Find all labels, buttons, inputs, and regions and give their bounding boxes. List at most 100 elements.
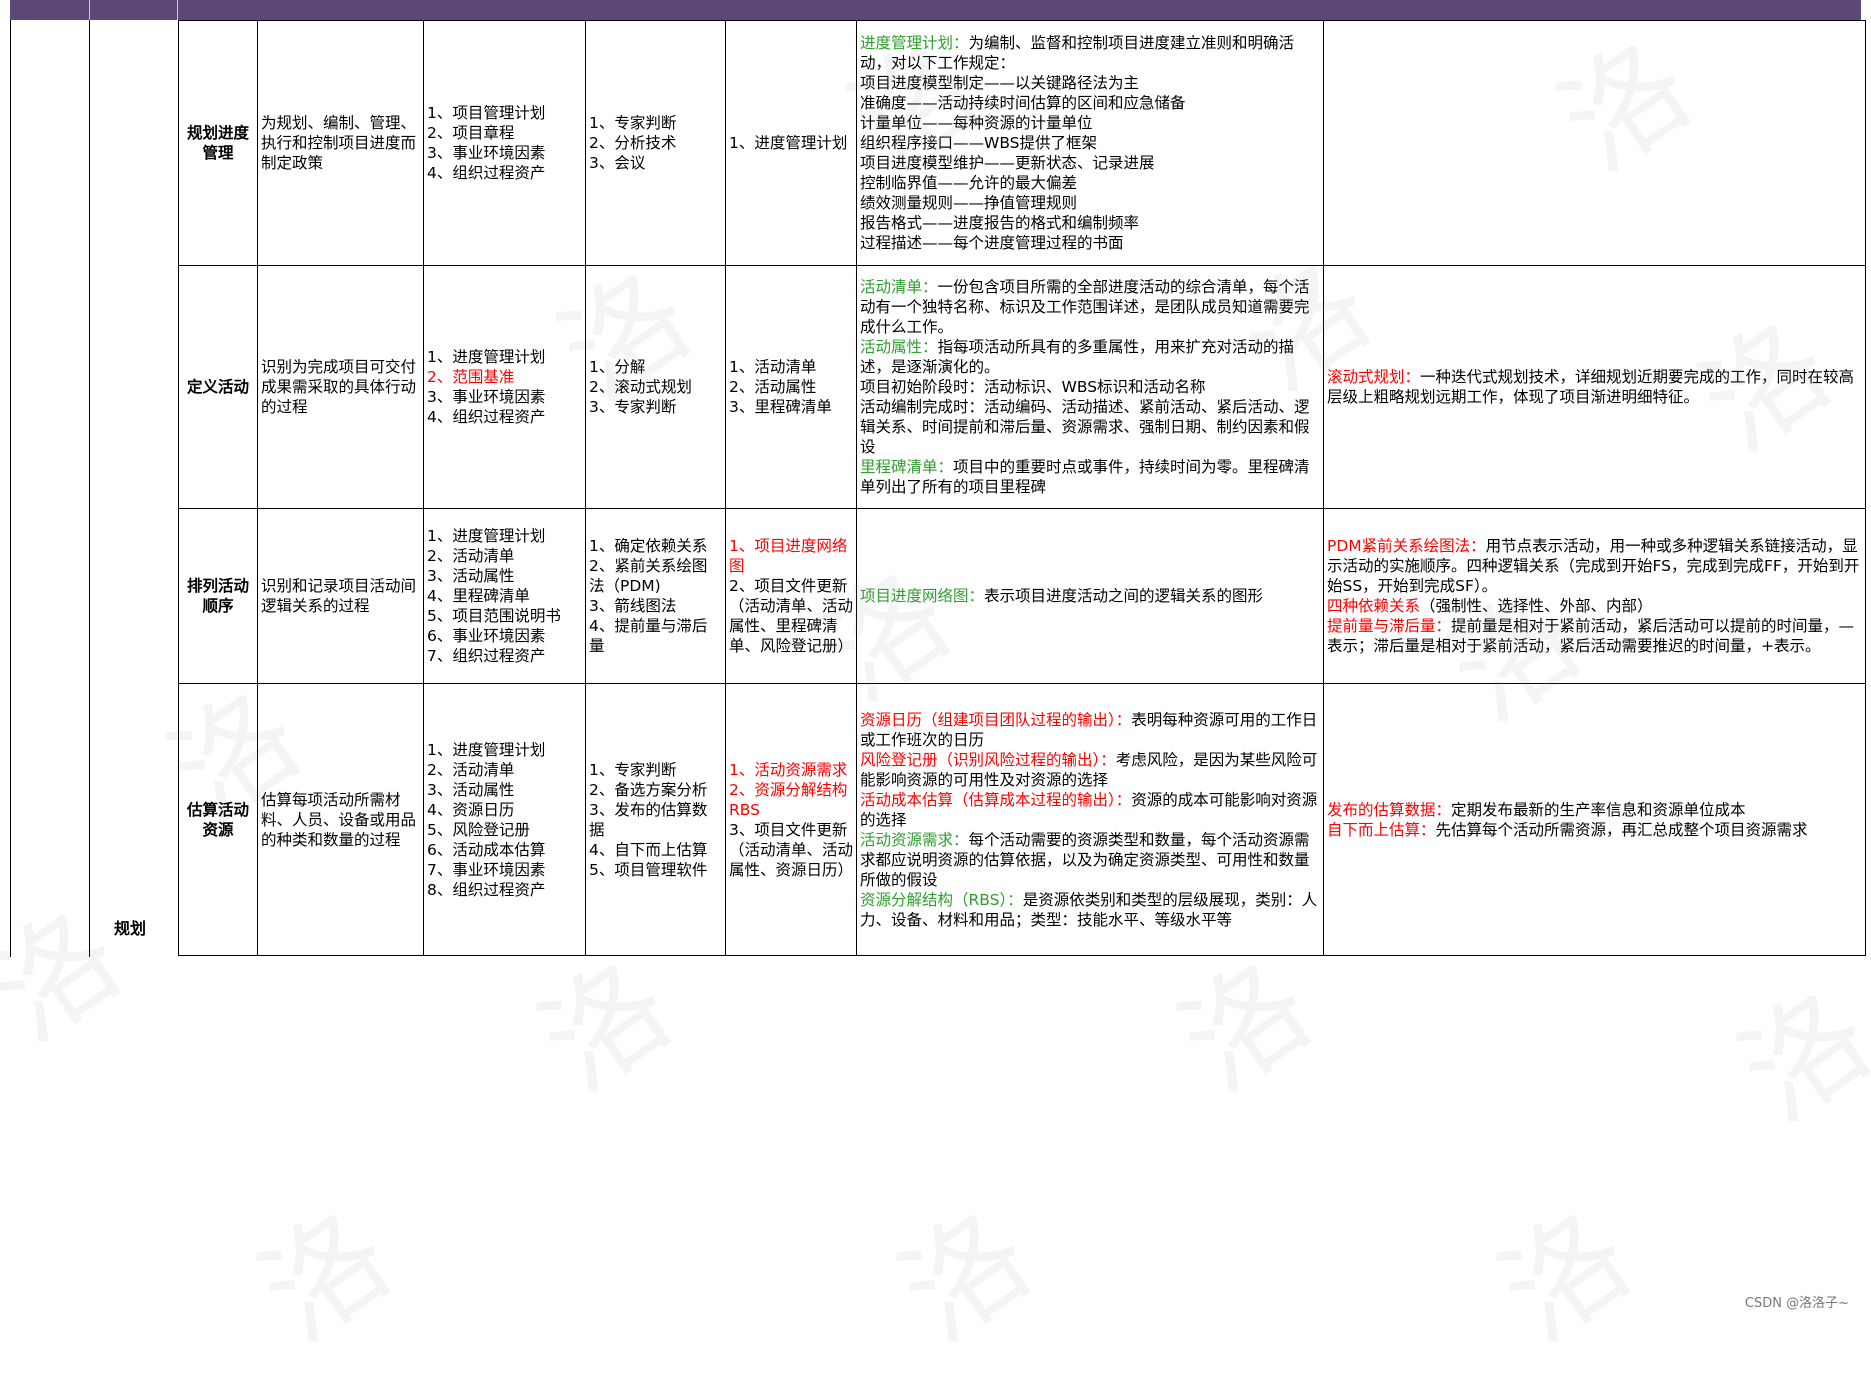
inputs-cell-item: 2、范围基准 <box>427 368 515 386</box>
notes-cell: 活动清单：一份包含项目所需的全部进度活动的综合清单，每个活动有一个独特名称、标识… <box>856 265 1324 509</box>
table-row: 排列活动顺序 识别和记录项目活动间逻辑关系的过程 1、进度管理计划 2、活动清单 3、活… <box>178 508 1866 684</box>
tools-cell-item: 2、分析技术 <box>589 134 677 152</box>
process-name-cell: 规划进度管理 <box>178 20 258 266</box>
notes-cell-entry: 计量单位——每种资源的计量单位 <box>860 113 1320 133</box>
extra-notes-cell: 发布的估算数据：定期发布最新的生产率信息和资源单位成本 自下而上估算：先估算每个活… <box>1323 683 1866 956</box>
inputs-cell-item: 1、进度管理计划 <box>427 527 546 545</box>
inputs-cell-item: 2、项目章程 <box>427 124 515 142</box>
extra-notes-cell <box>1323 20 1866 266</box>
tools-cell-item: 1、分解 <box>589 358 646 376</box>
process-name-cell: 估算活动资源 <box>178 683 258 956</box>
watermark-glyph: 洛 <box>237 1185 416 1368</box>
outputs-cell-item: 2、项目文件更新（活动清单、活动属性、里程碑清单、风险登记册） <box>729 577 854 655</box>
inputs-cell-item: 1、进度管理计划 <box>427 348 546 366</box>
term-body: 表示项目进度活动之间的逻辑关系的图形 <box>984 587 1264 605</box>
term-body: 定期发布最新的生产率信息和资源单位成本 <box>1451 800 1746 819</box>
term-heading: 项目进度网络图： <box>860 587 985 605</box>
purpose-cell: 为规划、编制、管理、执行和控制项目进度而制定政策 <box>257 20 424 266</box>
tools-cell: 1、专家判断 2、备选方案分析 3、发布的估算数据 4、自下而上估算 5、项目管理软件 <box>585 683 726 956</box>
outputs-cell-item: 1、活动资源需求 <box>729 760 848 779</box>
extra-notes-cell-entry: 滚动式规划：一种迭代式规划技术，详细规划近期要完成的工作，同时在较高层级上粗略规… <box>1327 367 1862 407</box>
outputs-cell: 1、活动清单 2、活动属性 3、里程碑清单 <box>725 265 857 509</box>
notes-cell: 项目进度网络图：表示项目进度活动之间的逻辑关系的图形 <box>856 508 1324 684</box>
notes-cell-entry: 活动资源需求：每个活动需要的资源类型和数量，每个活动资源需求都应说明资源的估算依… <box>860 830 1320 890</box>
inputs-cell-item: 8、组织过程资产 <box>427 880 546 899</box>
extra-notes-cell-entry: PDM紧前关系绘图法：用节点表示活动，用一种或多种逻辑关系链接活动，显示活动的实… <box>1327 536 1862 596</box>
tools-cell-item: 4、提前量与滞后量 <box>589 617 708 655</box>
term-heading: 活动成本估算（估算成本过程的输出）： <box>860 790 1132 809</box>
term-heading: 自下而上估算： <box>1327 820 1436 839</box>
inputs-cell-item: 3、事业环境因素 <box>427 388 546 406</box>
term-heading: 四种依赖关系 <box>1327 597 1421 615</box>
tools-cell-item: 2、紧前关系绘图法（PDM) <box>589 557 708 595</box>
term-body: 控制临界值——允许的最大偏差 <box>860 174 1078 192</box>
tools-cell: 1、分解 2、滚动式规划 3、专家判断 <box>585 265 726 509</box>
outputs-cell-item: 1、项目进度网络图 <box>729 537 848 575</box>
inputs-cell-item: 7、事业环境因素 <box>427 860 546 879</box>
process-name-cell: 定义活动 <box>178 265 258 509</box>
tools-cell-item: 3、箭线图法 <box>589 597 677 615</box>
tools-cell-item: 3、专家判断 <box>589 398 677 416</box>
extra-notes-cell-entry: 自下而上估算：先估算每个活动所需资源，再汇总成整个项目资源需求 <box>1327 820 1862 840</box>
term-body: 项目进度模型制定——以关键路径法为主 <box>860 74 1140 92</box>
table-row: 估算活动资源 估算每项活动所需材料、人员、设备或用品的种类和数量的过程 1、进度管理… <box>178 683 1866 956</box>
inputs-cell-item: 3、活动属性 <box>427 780 515 799</box>
notes-cell-entry: 活动成本估算（估算成本过程的输出）：资源的成本可能影响对资源的选择 <box>860 790 1320 830</box>
term-heading: 活动属性： <box>860 338 938 356</box>
term-heading: 滚动式规划： <box>1327 368 1421 386</box>
term-body: 项目初始阶段时：活动标识、WBS标识和活动名称 <box>860 378 1206 396</box>
table-row: 定义活动 识别为完成项目可交付成果需采取的具体行动的过程 1、进度管理计划 2、范围基… <box>178 265 1866 509</box>
inputs-cell-item: 2、活动清单 <box>427 760 515 779</box>
term-heading: PDM紧前关系绘图法： <box>1327 537 1486 555</box>
inputs-cell-item: 1、进度管理计划 <box>427 740 546 759</box>
purpose-cell: 识别和记录项目活动间逻辑关系的过程 <box>257 508 424 684</box>
term-body: 组织程序接口——WBS提供了框架 <box>860 134 1098 152</box>
term-body: 过程描述——每个进度管理过程的书面 <box>860 234 1124 252</box>
outputs-cell-item: 3、里程碑清单 <box>729 398 832 416</box>
outputs-cell: 1、活动资源需求 2、资源分解结构RBS 3、项目文件更新（活动清单、活动属性、资源… <box>725 683 857 956</box>
tools-cell-item: 4、自下而上估算 <box>589 840 708 859</box>
extra-notes-cell: 滚动式规划：一种迭代式规划技术，详细规划近期要完成的工作，同时在较高层级上粗略规… <box>1323 265 1866 509</box>
inputs-cell-item: 2、活动清单 <box>427 547 515 565</box>
term-heading: 里程碑清单： <box>860 458 954 476</box>
outputs-cell: 1、项目进度网络图 2、项目文件更新（活动清单、活动属性、里程碑清单、风险登记册） <box>725 508 857 684</box>
term-heading: 活动清单： <box>860 278 938 296</box>
term-heading: 资源日历（组建项目团队过程的输出）： <box>860 710 1132 729</box>
term-body: 准确度——活动持续时间估算的区间和应急储备 <box>860 94 1186 112</box>
term-body: 报告格式——进度报告的格式和编制频率 <box>860 214 1140 232</box>
notes-cell-entry: 组织程序接口——WBS提供了框架 <box>860 133 1320 153</box>
inputs-cell-item: 6、事业环境因素 <box>427 627 546 645</box>
tools-cell-item: 5、项目管理软件 <box>589 860 708 879</box>
header-bar <box>10 0 1861 20</box>
inputs-cell-item: 4、组织过程资产 <box>427 164 546 182</box>
tools-cell-item: 3、会议 <box>589 154 646 172</box>
outputs-cell-item: 1、活动清单 <box>729 358 817 376</box>
inputs-cell-item: 5、项目范围说明书 <box>427 607 561 625</box>
notes-cell-entry: 控制临界值——允许的最大偏差 <box>860 173 1320 193</box>
stage-column-border <box>89 20 90 957</box>
term-heading: 风险登记册（识别风险过程的输出）： <box>860 750 1116 769</box>
extra-notes-cell-entry: 发布的估算数据：定期发布最新的生产率信息和资源单位成本 <box>1327 800 1862 820</box>
notes-cell-entry: 项目进度网络图：表示项目进度活动之间的逻辑关系的图形 <box>860 586 1320 606</box>
term-body: 先估算每个活动所需资源，再汇总成整个项目资源需求 <box>1435 820 1808 839</box>
inputs-cell-item: 7、组织过程资产 <box>427 647 546 665</box>
notes-cell: 资源日历（组建项目团队过程的输出）：表明每种资源可用的工作日或工作班次的日历 风险… <box>856 683 1324 956</box>
tools-cell-item: 1、确定依赖关系 <box>589 537 708 555</box>
tools-cell-item: 1、专家判断 <box>589 760 677 779</box>
inputs-cell: 1、项目管理计划 2、项目章程 3、事业环境因素 4、组织过程资产 <box>423 20 586 266</box>
outputs-cell-item: 3、项目文件更新（活动清单、活动属性、资源日历） <box>729 820 854 879</box>
footer-credit: CSDN @洛洛子~ <box>1744 1296 1849 1311</box>
outputs-cell: 1、进度管理计划 <box>725 20 857 266</box>
tools-cell-item: 2、备选方案分析 <box>589 780 708 799</box>
notes-cell-entry: 项目进度模型维护——更新状态、记录进展 <box>860 153 1320 173</box>
notes-cell-entry: 风险登记册（识别风险过程的输出）：考虑风险，是因为某些风险可能影响资源的可用性及… <box>860 750 1320 790</box>
inputs-cell-item: 4、资源日历 <box>427 800 515 819</box>
notes-cell-entry: 资源分解结构（RBS）：是资源依类别和类型的层级展现，类别：人力、设备、材料和用… <box>860 890 1320 930</box>
notes-cell-entry: 准确度——活动持续时间估算的区间和应急储备 <box>860 93 1320 113</box>
notes-cell-entry: 活动清单：一份包含项目所需的全部进度活动的综合清单，每个活动有一个独特名称、标识… <box>860 277 1320 337</box>
header-bar-segment <box>10 0 90 20</box>
tools-cell-item: 1、专家判断 <box>589 114 677 132</box>
stage-label: 规划 <box>114 919 147 938</box>
notes-cell-entry: 活动编制完成时：活动编码、活动描述、紧前活动、紧后活动、逻辑关系、时间提前和滞后… <box>860 397 1320 457</box>
term-body: 绩效测量规则——挣值管理规则 <box>860 194 1078 212</box>
